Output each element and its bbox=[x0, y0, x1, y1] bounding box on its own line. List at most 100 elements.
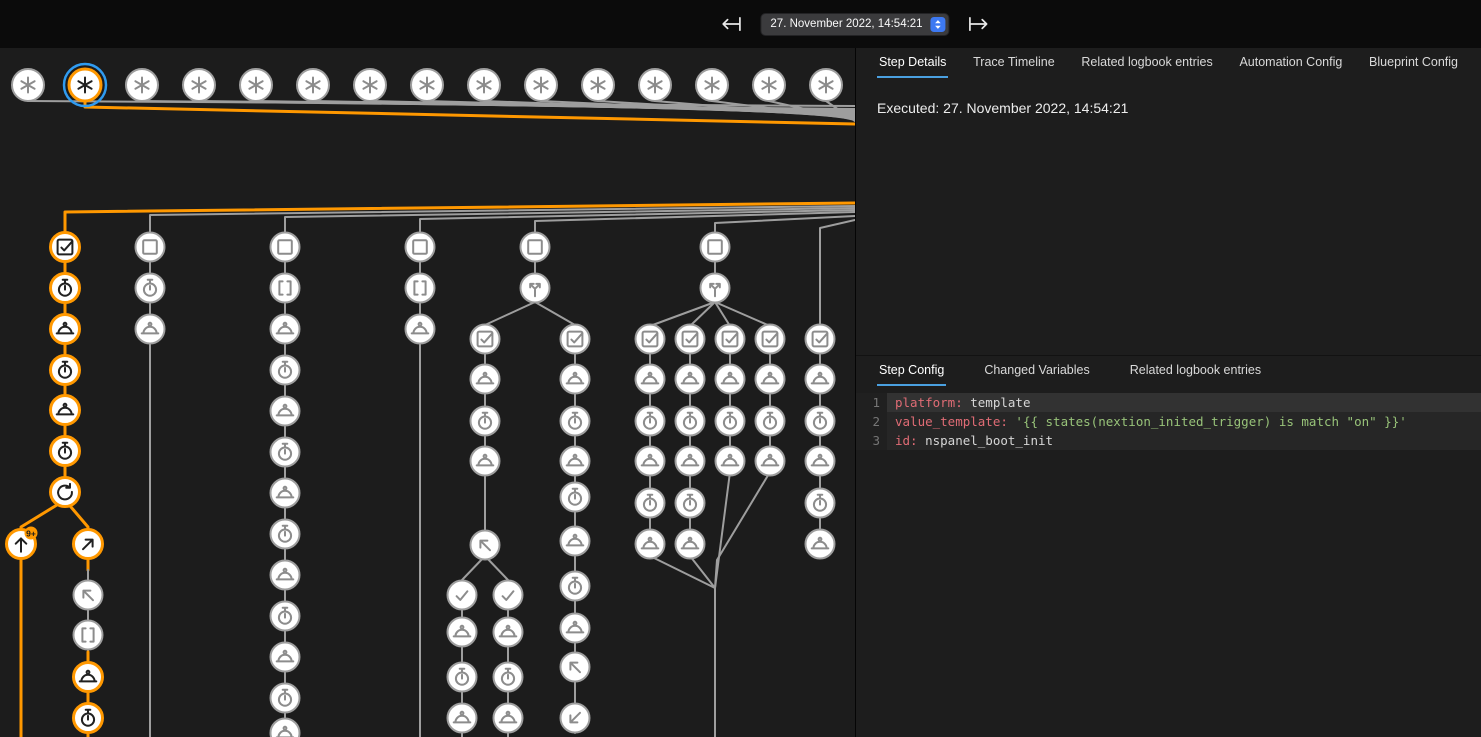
timer-node[interactable] bbox=[51, 437, 80, 466]
brackets-node[interactable] bbox=[271, 274, 300, 303]
timer-node[interactable] bbox=[136, 274, 165, 303]
dome-node[interactable] bbox=[406, 315, 435, 344]
dome-node[interactable] bbox=[806, 365, 835, 394]
check-square-node[interactable] bbox=[676, 325, 705, 354]
tab-automation-config[interactable]: Automation Config bbox=[1237, 48, 1344, 78]
timer-node[interactable] bbox=[561, 407, 590, 436]
dome-node[interactable] bbox=[448, 618, 477, 647]
arrow-nw-node[interactable] bbox=[471, 531, 500, 560]
dome-node[interactable] bbox=[271, 643, 300, 672]
check-square-node[interactable] bbox=[716, 325, 745, 354]
asterisk-node[interactable] bbox=[126, 69, 158, 101]
dome-node[interactable] bbox=[494, 704, 523, 733]
asterisk-node[interactable] bbox=[810, 69, 842, 101]
check-square-node[interactable] bbox=[756, 325, 785, 354]
asterisk-node[interactable] bbox=[183, 69, 215, 101]
tab-changed-variables[interactable]: Changed Variables bbox=[982, 356, 1091, 386]
dome-node[interactable] bbox=[561, 365, 590, 394]
dome-node[interactable] bbox=[716, 365, 745, 394]
timer-node[interactable] bbox=[448, 663, 477, 692]
asterisk-node[interactable] bbox=[240, 69, 272, 101]
arrow-nw-node[interactable] bbox=[561, 653, 590, 682]
dome-node[interactable] bbox=[756, 447, 785, 476]
dome-node[interactable] bbox=[676, 365, 705, 394]
tab-step-details[interactable]: Step Details bbox=[877, 48, 948, 78]
check-node[interactable] bbox=[448, 581, 477, 610]
square-node[interactable] bbox=[136, 233, 165, 262]
check-square-node[interactable] bbox=[51, 233, 80, 262]
split-node[interactable] bbox=[701, 274, 730, 303]
dome-node[interactable] bbox=[806, 530, 835, 559]
tab-related-logbook-entries[interactable]: Related logbook entries bbox=[1079, 48, 1214, 78]
dome-node[interactable] bbox=[561, 614, 590, 643]
check-square-node[interactable] bbox=[806, 325, 835, 354]
asterisk-node[interactable] bbox=[12, 69, 44, 101]
arrow-nw-node[interactable] bbox=[74, 581, 103, 610]
square-node[interactable] bbox=[271, 233, 300, 262]
dome-node[interactable] bbox=[716, 447, 745, 476]
asterisk-node[interactable] bbox=[297, 69, 329, 101]
timer-node[interactable] bbox=[471, 407, 500, 436]
dome-node[interactable] bbox=[756, 365, 785, 394]
trace-datetime-select[interactable]: 27. November 2022, 14:54:21 bbox=[760, 13, 949, 36]
dome-node[interactable] bbox=[471, 365, 500, 394]
arrow-sw-node[interactable] bbox=[561, 704, 590, 733]
dome-node[interactable] bbox=[271, 397, 300, 426]
square-node[interactable] bbox=[701, 233, 730, 262]
check-square-node[interactable] bbox=[636, 325, 665, 354]
dome-node[interactable] bbox=[271, 315, 300, 344]
timer-node[interactable] bbox=[636, 407, 665, 436]
asterisk-node[interactable] bbox=[468, 69, 500, 101]
timer-node[interactable] bbox=[271, 438, 300, 467]
dome-node[interactable] bbox=[448, 704, 477, 733]
check-node[interactable] bbox=[494, 581, 523, 610]
asterisk-node[interactable] bbox=[64, 64, 106, 106]
asterisk-node[interactable] bbox=[411, 69, 443, 101]
asterisk-node[interactable] bbox=[753, 69, 785, 101]
tab-blueprint-config[interactable]: Blueprint Config bbox=[1367, 48, 1460, 78]
timer-node[interactable] bbox=[271, 520, 300, 549]
arrow-ne-node[interactable] bbox=[74, 530, 103, 559]
dome-node[interactable] bbox=[271, 561, 300, 590]
dome-node[interactable] bbox=[676, 530, 705, 559]
timer-node[interactable] bbox=[51, 274, 80, 303]
timer-node[interactable] bbox=[494, 663, 523, 692]
timer-node[interactable] bbox=[74, 704, 103, 733]
dome-node[interactable] bbox=[74, 663, 103, 692]
tab-related-logbook-entries[interactable]: Related logbook entries bbox=[1128, 356, 1263, 386]
asterisk-node[interactable] bbox=[525, 69, 557, 101]
dome-node[interactable] bbox=[806, 447, 835, 476]
split-node[interactable] bbox=[521, 274, 550, 303]
timer-node[interactable] bbox=[676, 407, 705, 436]
dome-node[interactable] bbox=[636, 530, 665, 559]
dome-node[interactable] bbox=[136, 315, 165, 344]
asterisk-node[interactable] bbox=[354, 69, 386, 101]
timer-node[interactable] bbox=[806, 407, 835, 436]
timer-node[interactable] bbox=[561, 483, 590, 512]
repeat-node[interactable] bbox=[51, 478, 80, 507]
brackets-node[interactable] bbox=[74, 621, 103, 650]
timer-node[interactable] bbox=[756, 407, 785, 436]
timer-node[interactable] bbox=[271, 602, 300, 631]
dome-node[interactable] bbox=[271, 479, 300, 508]
asterisk-node[interactable] bbox=[582, 69, 614, 101]
square-node[interactable] bbox=[521, 233, 550, 262]
check-square-node[interactable] bbox=[471, 325, 500, 354]
check-square-node[interactable] bbox=[561, 325, 590, 354]
dome-node[interactable] bbox=[51, 315, 80, 344]
square-node[interactable] bbox=[406, 233, 435, 262]
dome-node[interactable] bbox=[494, 618, 523, 647]
arrow-up-node[interactable]: 9+ bbox=[7, 527, 38, 559]
timer-node[interactable] bbox=[806, 489, 835, 518]
dome-node[interactable] bbox=[561, 447, 590, 476]
brackets-node[interactable] bbox=[406, 274, 435, 303]
asterisk-node[interactable] bbox=[696, 69, 728, 101]
timer-node[interactable] bbox=[271, 356, 300, 385]
asterisk-node[interactable] bbox=[639, 69, 671, 101]
timer-node[interactable] bbox=[561, 572, 590, 601]
timer-node[interactable] bbox=[676, 489, 705, 518]
dome-node[interactable] bbox=[636, 365, 665, 394]
previous-trace-button[interactable] bbox=[717, 10, 745, 38]
tab-step-config[interactable]: Step Config bbox=[877, 356, 946, 386]
dome-node[interactable] bbox=[471, 447, 500, 476]
